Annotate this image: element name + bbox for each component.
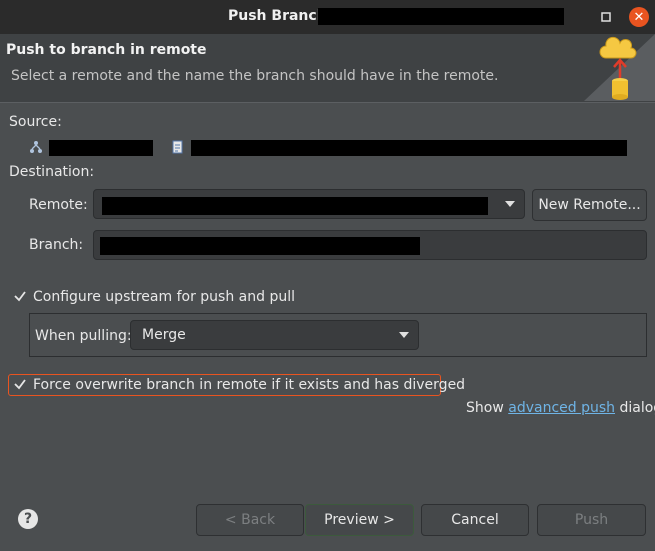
- advanced-prefix: Show: [466, 400, 509, 416]
- banner-title: Push to branch in remote: [6, 42, 207, 58]
- force-overwrite-checkbox[interactable]: [12, 377, 28, 393]
- when-pulling-label: When pulling:: [35, 328, 132, 344]
- chevron-down-icon: [399, 332, 409, 338]
- chevron-down-icon: [505, 201, 515, 207]
- close-icon: ✕: [633, 9, 645, 25]
- configure-upstream-label[interactable]: Configure upstream for push and pull: [33, 289, 295, 305]
- wizard-banner: Push to branch in remote Select a remote…: [0, 34, 655, 103]
- push-button[interactable]: Push: [537, 504, 646, 536]
- branch-label: Branch:: [29, 237, 84, 253]
- destination-label: Destination:: [9, 164, 95, 180]
- source-label: Source:: [9, 114, 62, 130]
- redacted-source-branch: [191, 140, 627, 156]
- maximize-icon: [601, 12, 611, 22]
- when-pulling-value: Merge: [142, 327, 186, 343]
- preview-button[interactable]: Preview >: [305, 504, 414, 536]
- new-remote-button[interactable]: New Remote...: [532, 189, 647, 221]
- redacted-remote-value: [102, 197, 488, 215]
- title-bar: Push Branch ✕: [0, 0, 655, 34]
- advanced-suffix: dialog: [619, 400, 655, 416]
- redacted-repository: [49, 140, 153, 156]
- git-repository-icon: [30, 141, 42, 153]
- push-branch-wizard-icon: [584, 34, 655, 101]
- checkmark-icon: [14, 379, 26, 390]
- remote-label: Remote:: [29, 197, 88, 213]
- redacted-branch-value: [100, 237, 420, 255]
- branch-field[interactable]: [93, 230, 647, 260]
- remote-combo[interactable]: [93, 189, 525, 219]
- cancel-button[interactable]: Cancel: [421, 504, 529, 536]
- checkmark-icon: [14, 291, 26, 302]
- window-title: Push Branch: [228, 8, 327, 24]
- help-icon[interactable]: ?: [18, 509, 38, 529]
- configure-upstream-checkbox[interactable]: [12, 289, 28, 305]
- when-pulling-combo[interactable]: Merge: [130, 320, 419, 350]
- upstream-group: When pulling: Merge: [29, 313, 647, 357]
- advanced-push-text: Show advanced push dialog: [466, 400, 655, 416]
- banner-subtitle: Select a remote and the name the branch …: [11, 68, 499, 84]
- force-overwrite-label[interactable]: Force overwrite branch in remote if it e…: [33, 377, 465, 393]
- close-button[interactable]: ✕: [629, 7, 649, 27]
- git-branch-icon: [172, 140, 183, 154]
- advanced-push-link[interactable]: advanced push: [508, 400, 615, 416]
- back-button[interactable]: < Back: [196, 504, 304, 536]
- redacted-title-suffix: [318, 8, 564, 25]
- maximize-button[interactable]: [596, 7, 616, 27]
